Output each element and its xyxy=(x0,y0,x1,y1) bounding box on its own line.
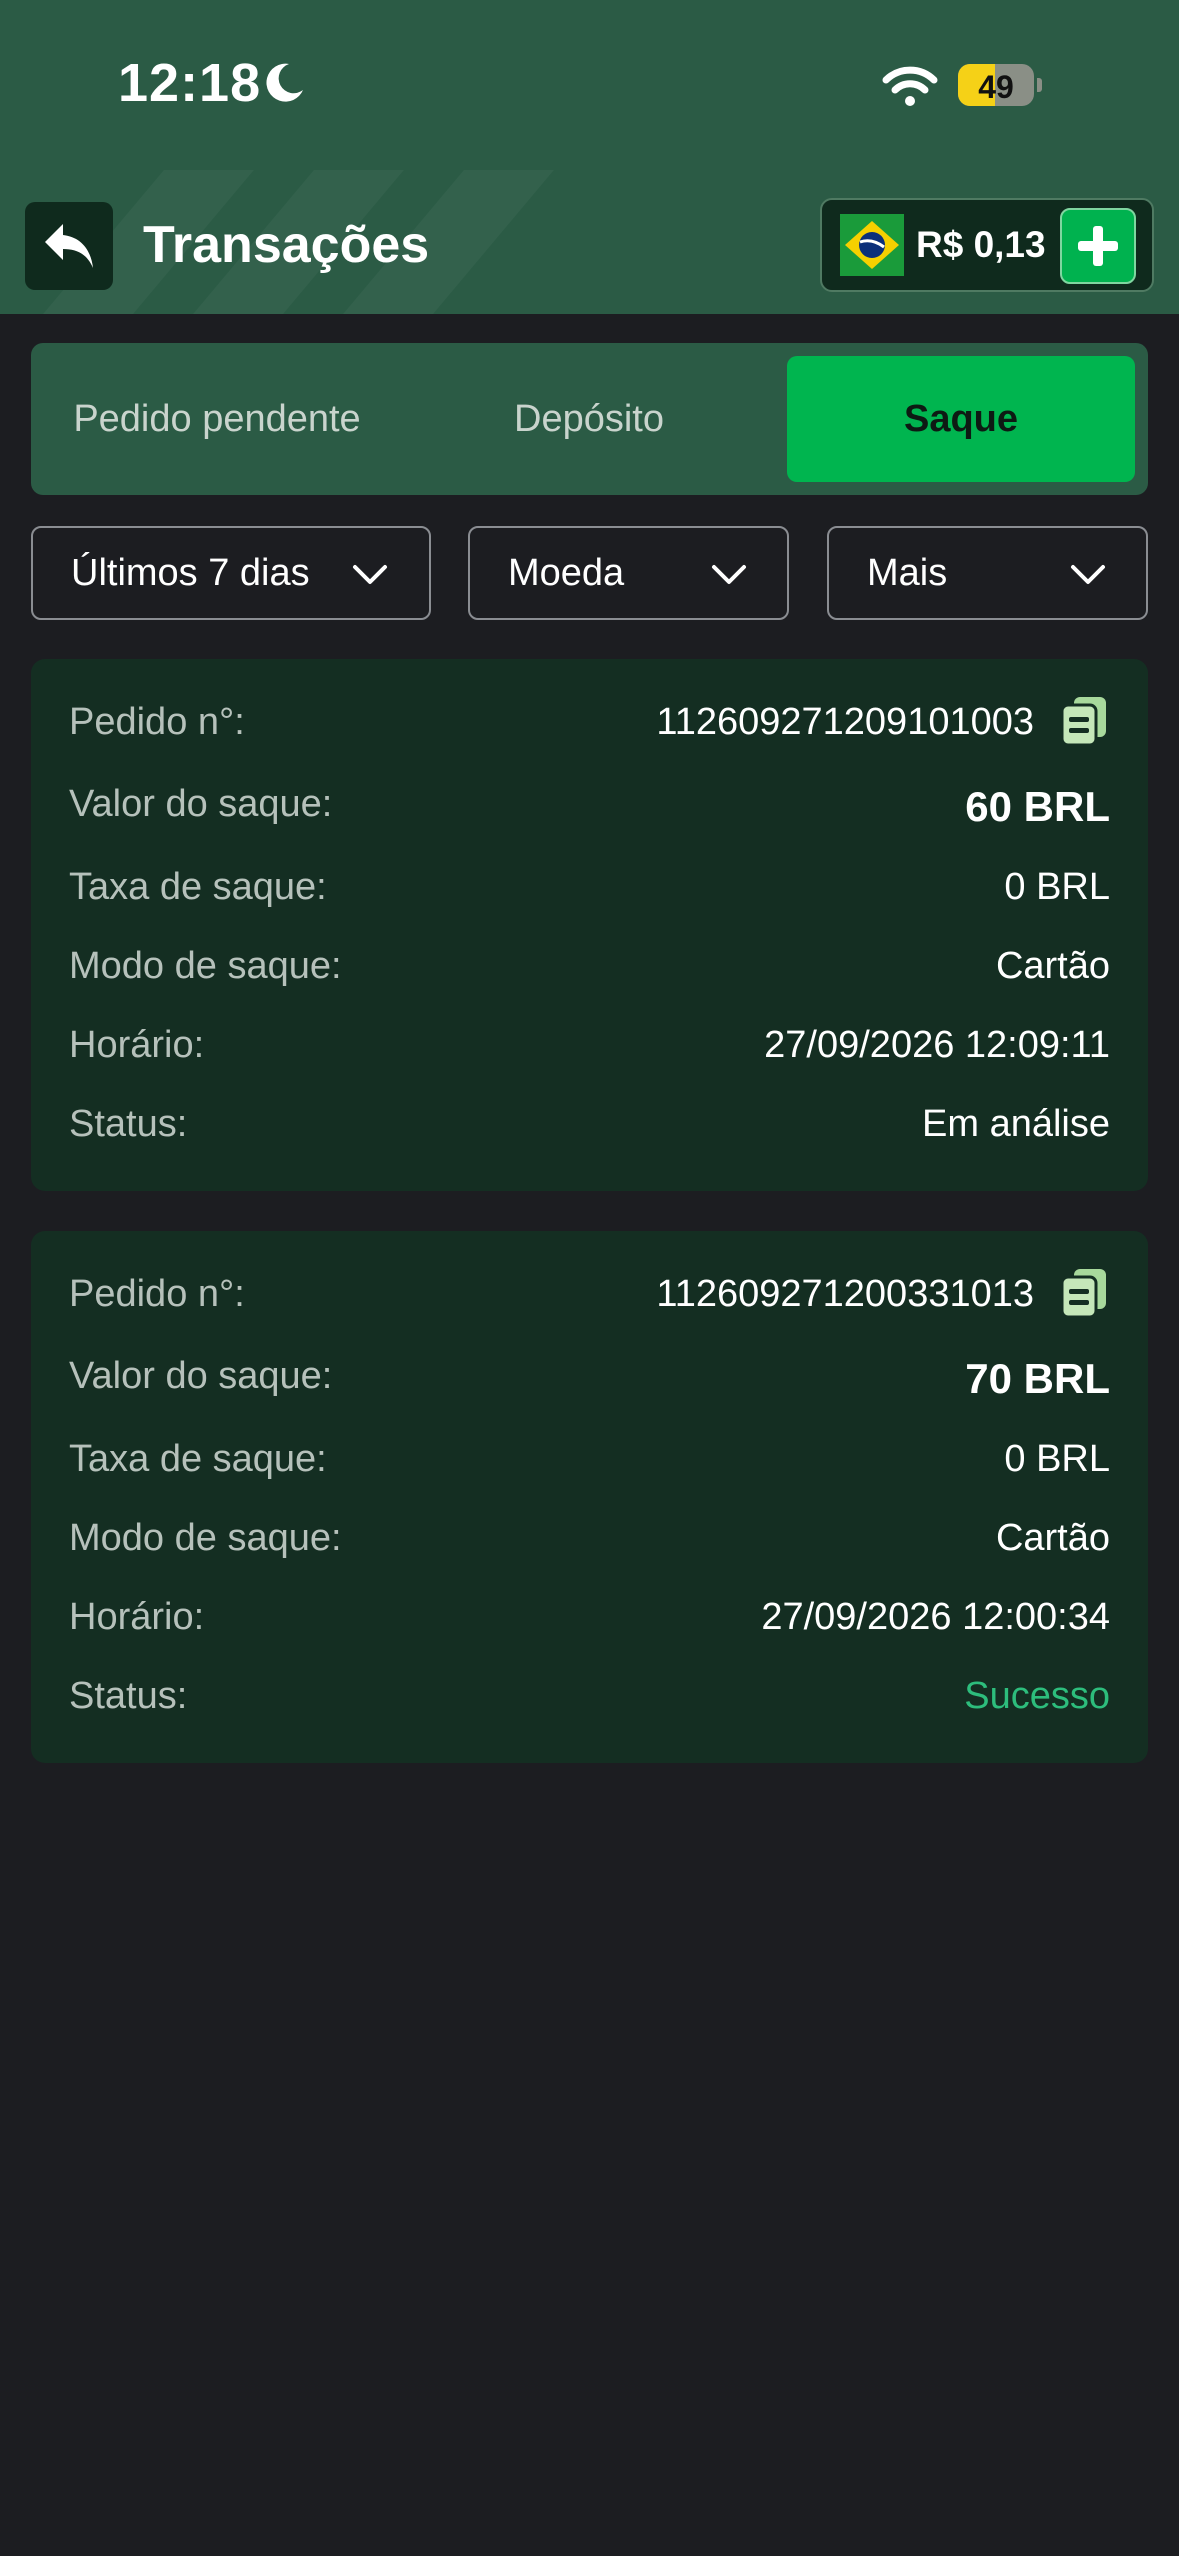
amount-value: 70 BRL xyxy=(965,1355,1110,1402)
battery-level: 49 xyxy=(978,69,1014,105)
status-bar: 12:18 49 xyxy=(0,0,1179,170)
brazil-flag-icon xyxy=(840,214,904,276)
more-filter[interactable]: Mais xyxy=(827,526,1148,620)
fee-label: Taxa de saque: xyxy=(69,1438,327,1480)
balance-widget: R$ 0,13 xyxy=(820,198,1154,292)
fee-label: Taxa de saque: xyxy=(69,866,327,908)
status-row: Status: Em análise xyxy=(69,1103,1110,1163)
order-number-label: Pedido n°: xyxy=(69,1273,245,1315)
amount-label: Valor do saque: xyxy=(69,1355,333,1397)
currency-label: Moeda xyxy=(508,552,625,594)
mode-label: Modo de saque: xyxy=(69,945,342,987)
chevron-down-icon xyxy=(712,565,746,584)
chevron-down-icon xyxy=(1071,565,1105,584)
tab-pending-orders[interactable]: Pedido pendente xyxy=(31,356,403,482)
mode-value: Cartão xyxy=(995,945,1110,987)
mode-label: Modo de saque: xyxy=(69,1517,342,1559)
transaction-card: Pedido n°: 112609271209101003 Valor do s… xyxy=(31,659,1148,1191)
amount-label: Valor do saque: xyxy=(69,783,333,825)
time-row: Horário: 27/09/2026 12:00:34 xyxy=(69,1596,1110,1656)
mode-row: Modo de saque: Cartão xyxy=(69,945,1110,1005)
back-arrow-icon xyxy=(45,224,93,268)
tab-bar: Pedido pendente Depósito Saque xyxy=(31,343,1148,495)
battery-cap xyxy=(1037,78,1042,92)
status-row: Status: Sucesso xyxy=(69,1675,1110,1735)
status-label: Status: xyxy=(69,1675,188,1717)
date-range-filter[interactable]: Últimos 7 dias xyxy=(31,526,431,620)
currency-filter[interactable]: Moeda xyxy=(468,526,789,620)
header: 12:18 49 Transações R$ 0,13 xyxy=(0,0,1179,314)
date-range-label: Últimos 7 dias xyxy=(71,552,310,594)
status-value: Sucesso xyxy=(964,1675,1110,1717)
order-number-row: Pedido n°: 112609271209101003 xyxy=(69,697,1110,761)
time-value: 27/09/2026 12:09:11 xyxy=(764,1024,1110,1066)
moon-icon xyxy=(266,63,303,102)
amount-row: Valor do saque: 60 BRL xyxy=(69,783,1110,843)
tab-withdrawal[interactable]: Saque xyxy=(787,356,1135,482)
tab-deposit[interactable]: Depósito xyxy=(403,356,775,482)
fee-value: 0 BRL xyxy=(1004,866,1110,908)
amount-row: Valor do saque: 70 BRL xyxy=(69,1355,1110,1415)
copy-icon[interactable] xyxy=(1060,1267,1110,1319)
amount-value: 60 BRL xyxy=(965,783,1110,830)
add-funds-button[interactable] xyxy=(1060,208,1136,284)
balance-amount: R$ 0,13 xyxy=(916,224,1046,265)
order-number-label: Pedido n°: xyxy=(69,701,245,743)
time-value: 27/09/2026 12:00:34 xyxy=(761,1596,1110,1638)
plus-icon xyxy=(1078,226,1118,266)
fee-row: Taxa de saque: 0 BRL xyxy=(69,866,1110,926)
time-label: Horário: xyxy=(69,1024,205,1066)
order-number-value: 112609271200331013 xyxy=(656,1273,1034,1315)
wifi-icon xyxy=(882,66,938,106)
transaction-card: Pedido n°: 112609271200331013 Valor do s… xyxy=(31,1231,1148,1763)
order-number-row: Pedido n°: 112609271200331013 xyxy=(69,1269,1110,1333)
time-row: Horário: 27/09/2026 12:09:11 xyxy=(69,1024,1110,1084)
chevron-down-icon xyxy=(353,565,387,584)
copy-icon[interactable] xyxy=(1060,695,1110,747)
status-time: 12:18 xyxy=(118,53,262,113)
page-title: Transações xyxy=(143,216,430,274)
fee-row: Taxa de saque: 0 BRL xyxy=(69,1438,1110,1498)
fee-value: 0 BRL xyxy=(1004,1438,1110,1480)
battery-indicator: 49 xyxy=(958,64,1034,106)
status-value: Em análise xyxy=(922,1103,1110,1145)
status-label: Status: xyxy=(69,1103,188,1145)
back-button[interactable] xyxy=(25,202,113,290)
mode-value: Cartão xyxy=(995,1517,1110,1559)
more-label: Mais xyxy=(867,552,948,594)
time-label: Horário: xyxy=(69,1596,205,1638)
order-number-value: 112609271209101003 xyxy=(656,701,1034,743)
mode-row: Modo de saque: Cartão xyxy=(69,1517,1110,1577)
